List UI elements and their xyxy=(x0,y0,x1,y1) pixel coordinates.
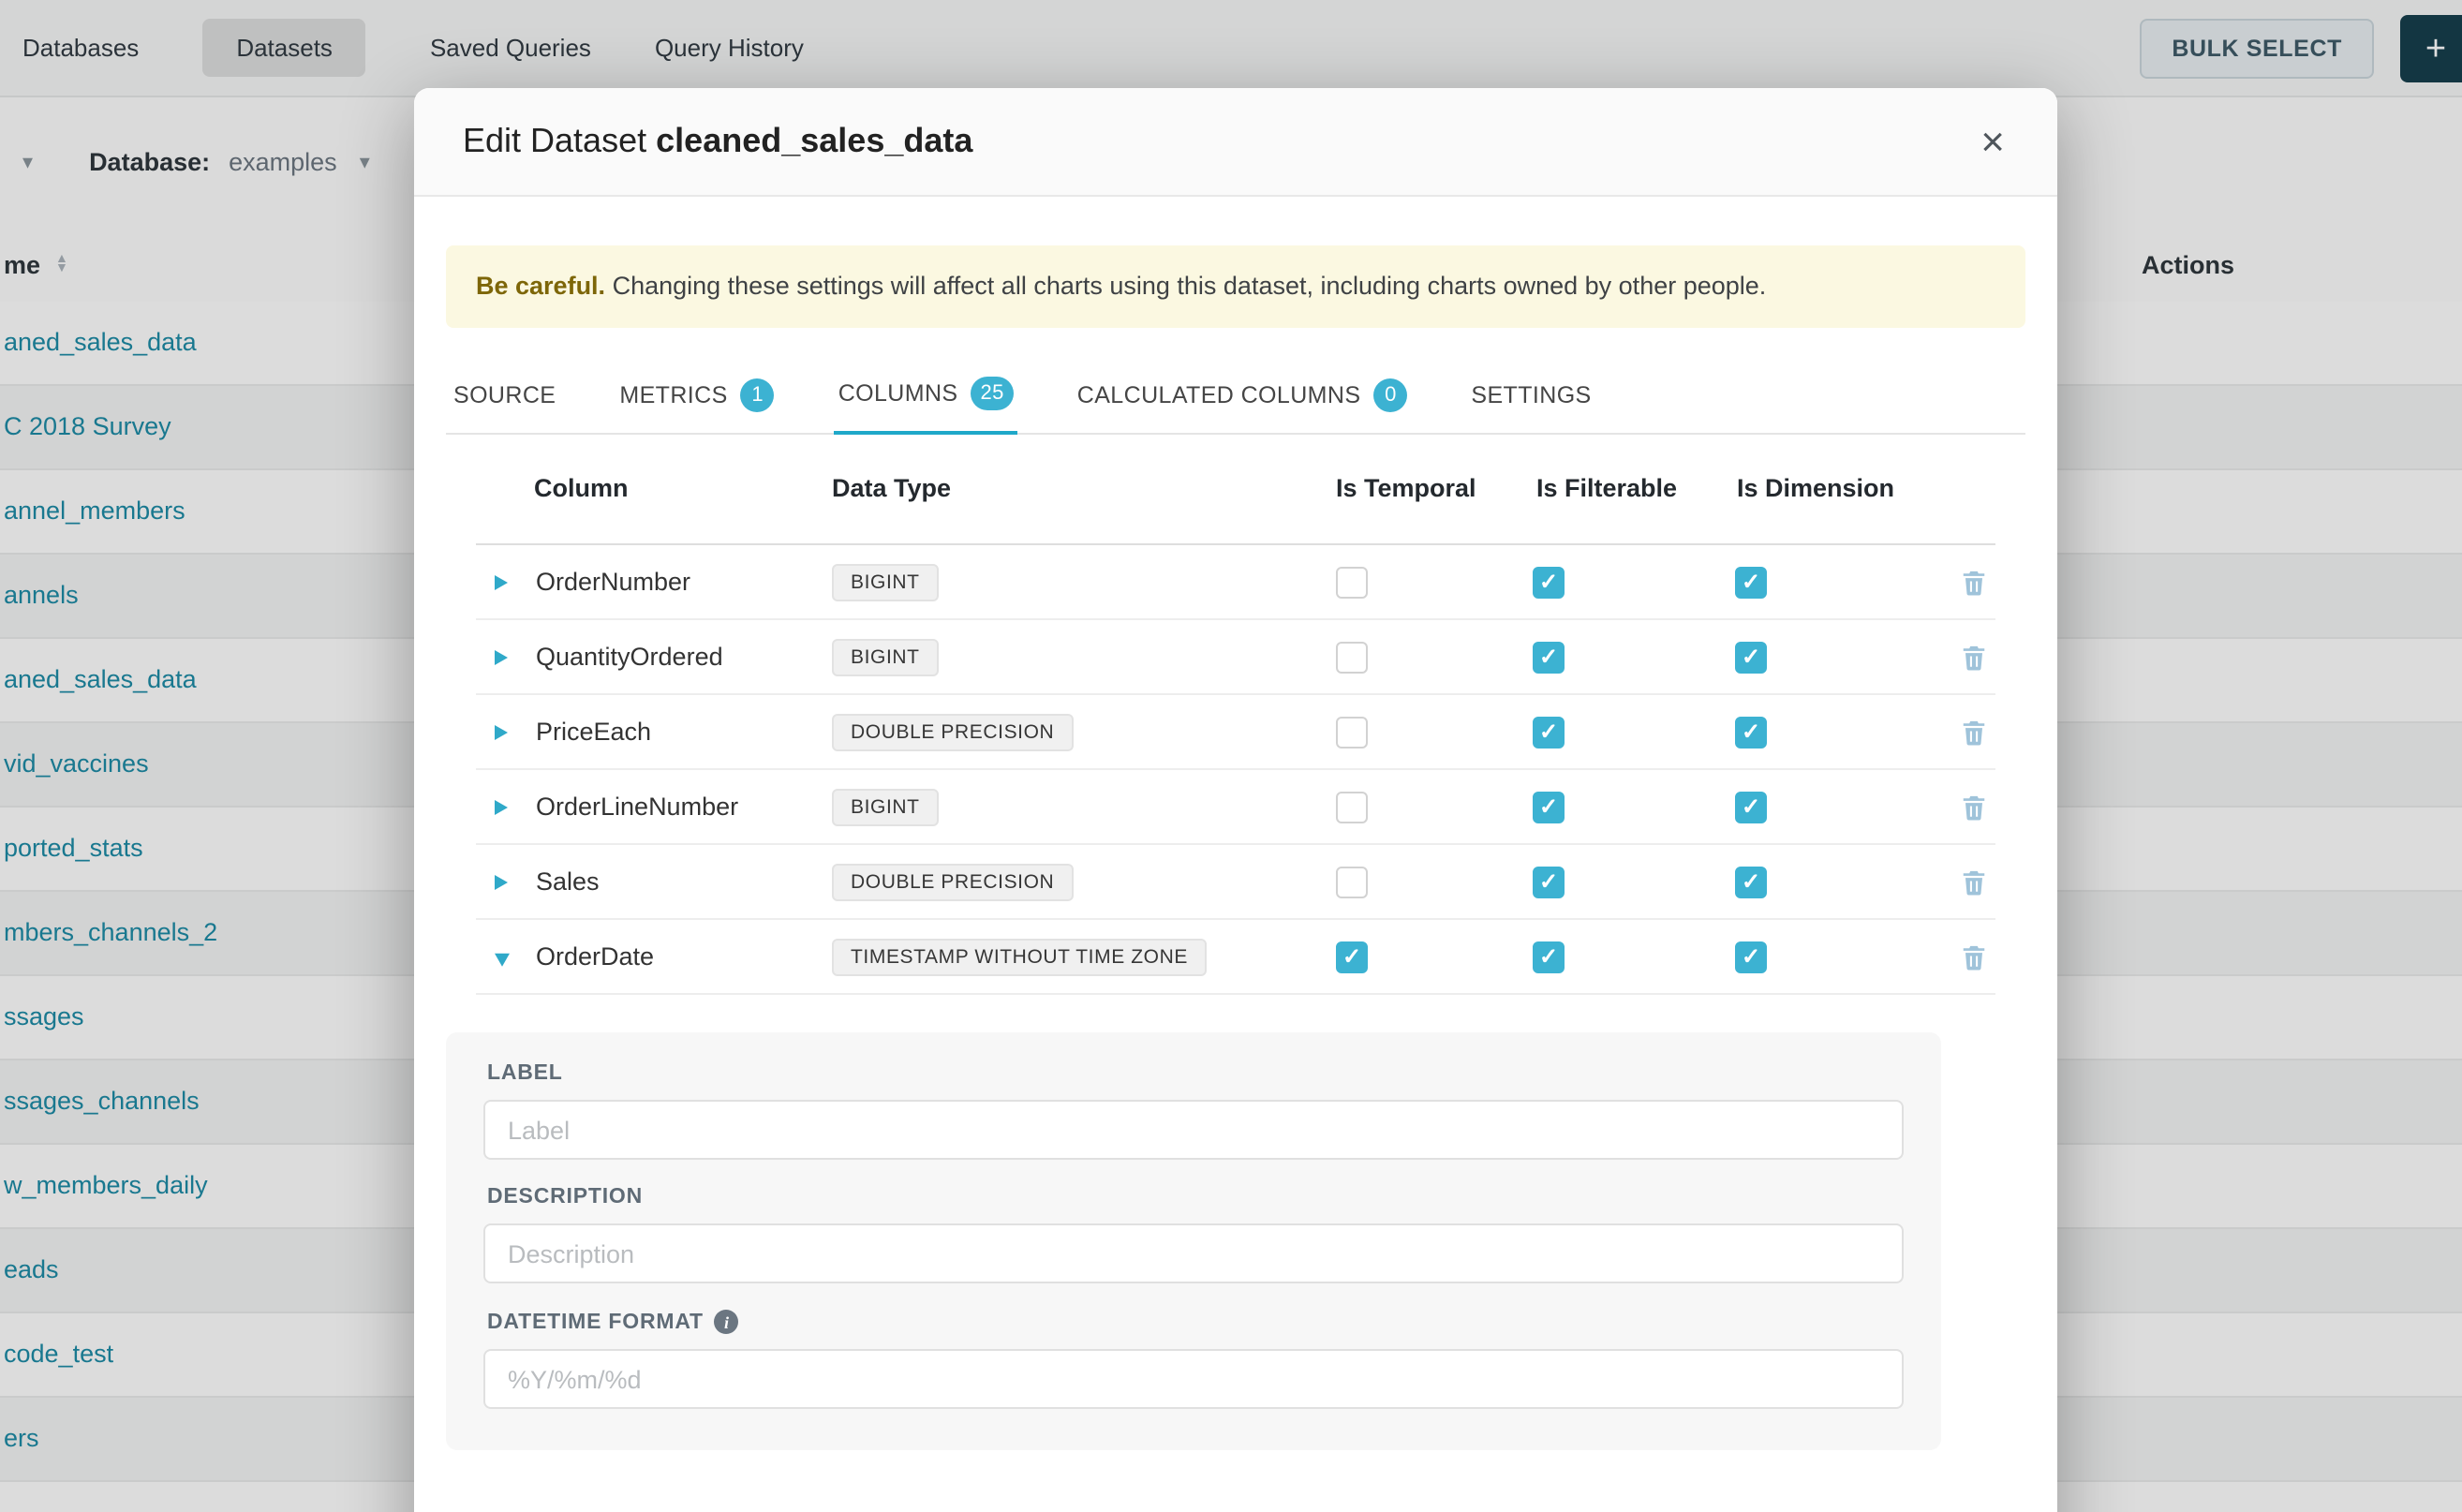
tab-settings[interactable]: SETTINGS xyxy=(1467,358,1594,433)
trash-icon xyxy=(1960,941,1988,971)
expand-caret-icon[interactable] xyxy=(495,874,508,889)
is-dimension-checkbox[interactable] xyxy=(1735,791,1767,823)
column-detail-panel: LABEL DESCRIPTION DATETIME FORMAT i xyxy=(446,1032,1941,1450)
tab-columns-label: COLUMNS xyxy=(838,380,958,407)
column-name: PriceEach xyxy=(536,695,651,768)
modal-title-dataset-name: cleaned_sales_data xyxy=(656,122,972,159)
label-input[interactable] xyxy=(483,1100,1904,1160)
is-filterable-header: Is Filterable xyxy=(1536,435,1677,543)
is-temporal-checkbox[interactable] xyxy=(1336,641,1368,673)
column-name: Sales xyxy=(536,845,600,918)
datetime-format-field-label: DATETIME FORMAT i xyxy=(487,1310,1904,1334)
is-temporal-checkbox[interactable] xyxy=(1336,566,1368,598)
is-dimension-checkbox[interactable] xyxy=(1735,866,1767,897)
is-filterable-checkbox[interactable] xyxy=(1533,791,1565,823)
trash-icon xyxy=(1960,642,1988,672)
tab-source-label: SOURCE xyxy=(453,381,556,408)
tab-settings-label: SETTINGS xyxy=(1471,381,1591,408)
delete-column-button[interactable] xyxy=(1960,867,1988,897)
tab-columns[interactable]: COLUMNS 25 xyxy=(835,358,1017,435)
column-name: OrderDate xyxy=(536,920,654,993)
column-row: OrderNumber BIGINT xyxy=(476,545,1995,620)
column-row: Sales DOUBLE PRECISION xyxy=(476,845,1995,920)
is-temporal-header: Is Temporal xyxy=(1336,435,1476,543)
column-row: OrderDate TIMESTAMP WITHOUT TIME ZONE xyxy=(476,920,1995,995)
label-field-label-text: LABEL xyxy=(487,1062,563,1085)
close-icon[interactable]: × xyxy=(1977,117,2009,166)
is-dimension-checkbox[interactable] xyxy=(1735,941,1767,972)
column-name: OrderLineNumber xyxy=(536,770,738,843)
data-type-pill: DOUBLE PRECISION xyxy=(832,863,1073,900)
expand-caret-icon[interactable] xyxy=(495,574,508,589)
modal-tabs: SOURCE METRICS 1 COLUMNS 25 CALCULATED C… xyxy=(446,358,2025,435)
warning-banner-bold: Be careful. xyxy=(476,272,605,300)
tab-metrics[interactable]: METRICS 1 xyxy=(616,358,778,433)
is-filterable-checkbox[interactable] xyxy=(1533,566,1565,598)
tab-calculated-columns[interactable]: CALCULATED COLUMNS 0 xyxy=(1074,358,1412,433)
is-temporal-checkbox[interactable] xyxy=(1336,941,1368,972)
data-type-pill: BIGINT xyxy=(832,788,939,825)
delete-column-button[interactable] xyxy=(1960,792,1988,822)
viewport: Databases Datasets Saved Queries Query H… xyxy=(0,0,2462,1512)
columns-table-header: Column Data Type Is Temporal Is Filterab… xyxy=(476,435,1995,545)
column-header: Column xyxy=(534,435,629,543)
is-dimension-checkbox[interactable] xyxy=(1735,641,1767,673)
is-dimension-checkbox[interactable] xyxy=(1735,566,1767,598)
trash-icon xyxy=(1960,717,1988,747)
is-filterable-checkbox[interactable] xyxy=(1533,641,1565,673)
expand-caret-icon[interactable] xyxy=(495,799,508,814)
data-type-pill: DOUBLE PRECISION xyxy=(832,713,1073,750)
data-type-header: Data Type xyxy=(832,435,951,543)
column-row: OrderLineNumber BIGINT xyxy=(476,770,1995,845)
column-name: QuantityOrdered xyxy=(536,620,723,693)
modal-body: Be careful. Changing these settings will… xyxy=(414,197,2057,1450)
trash-icon xyxy=(1960,867,1988,897)
data-type-pill: BIGINT xyxy=(832,563,939,600)
data-type-pill: BIGINT xyxy=(832,638,939,675)
delete-column-button[interactable] xyxy=(1960,717,1988,747)
is-filterable-checkbox[interactable] xyxy=(1533,716,1565,748)
datetime-format-label-text: DATETIME FORMAT xyxy=(487,1311,704,1333)
column-name: OrderNumber xyxy=(536,545,690,618)
datetime-format-input[interactable] xyxy=(483,1349,1904,1409)
is-temporal-checkbox[interactable] xyxy=(1336,866,1368,897)
label-field-label: LABEL xyxy=(487,1062,1904,1085)
edit-dataset-modal: Edit Dataset cleaned_sales_data × Be car… xyxy=(414,88,2057,1512)
data-type-pill: TIMESTAMP WITHOUT TIME ZONE xyxy=(832,938,1207,975)
is-dimension-checkbox[interactable] xyxy=(1735,716,1767,748)
is-temporal-checkbox[interactable] xyxy=(1336,716,1368,748)
is-dimension-header: Is Dimension xyxy=(1737,435,1894,543)
trash-icon xyxy=(1960,567,1988,597)
tab-calculated-columns-label: CALCULATED COLUMNS xyxy=(1077,381,1361,408)
is-filterable-checkbox[interactable] xyxy=(1533,941,1565,972)
modal-title-prefix: Edit Dataset xyxy=(463,122,646,159)
collapse-caret-icon[interactable] xyxy=(495,953,510,966)
info-icon[interactable]: i xyxy=(715,1310,739,1334)
description-field-label-text: DESCRIPTION xyxy=(487,1186,643,1208)
delete-column-button[interactable] xyxy=(1960,642,1988,672)
description-input[interactable] xyxy=(483,1223,1904,1283)
columns-table: Column Data Type Is Temporal Is Filterab… xyxy=(476,435,1995,995)
warning-banner: Be careful. Changing these settings will… xyxy=(446,245,2025,328)
expand-caret-icon[interactable] xyxy=(495,649,508,664)
column-row: QuantityOrdered BIGINT xyxy=(476,620,1995,695)
columns-count-badge: 25 xyxy=(971,377,1014,410)
delete-column-button[interactable] xyxy=(1960,567,1988,597)
expand-caret-icon[interactable] xyxy=(495,724,508,739)
calculated-columns-count-badge: 0 xyxy=(1373,378,1407,411)
description-field-label: DESCRIPTION xyxy=(487,1186,1904,1208)
modal-title: Edit Dataset cleaned_sales_data xyxy=(463,122,972,161)
delete-column-button[interactable] xyxy=(1960,941,1988,971)
is-temporal-checkbox[interactable] xyxy=(1336,791,1368,823)
tab-source[interactable]: SOURCE xyxy=(450,358,559,433)
column-row: PriceEach DOUBLE PRECISION xyxy=(476,695,1995,770)
tab-metrics-label: METRICS xyxy=(619,381,727,408)
trash-icon xyxy=(1960,792,1988,822)
metrics-count-badge: 1 xyxy=(741,378,775,411)
warning-banner-text: Changing these settings will affect all … xyxy=(605,272,1766,300)
stage: Databases Datasets Saved Queries Query H… xyxy=(0,0,2462,1512)
is-filterable-checkbox[interactable] xyxy=(1533,866,1565,897)
modal-header: Edit Dataset cleaned_sales_data × xyxy=(414,88,2057,197)
